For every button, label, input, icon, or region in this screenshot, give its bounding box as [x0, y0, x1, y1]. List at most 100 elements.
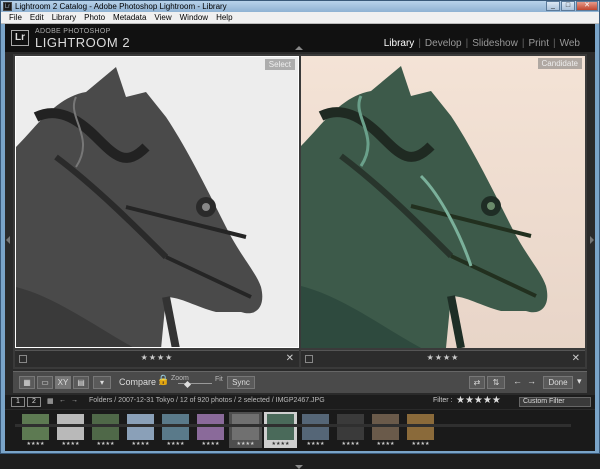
thumbnail-image	[337, 414, 364, 440]
toolbar-menu-icon[interactable]: ▾	[577, 376, 582, 387]
filmstrip-thumbnail[interactable]: ★★★★	[229, 412, 262, 448]
menu-photo[interactable]: Photo	[80, 12, 109, 23]
module-print[interactable]: Print	[527, 38, 550, 49]
filter-label: Filter :	[433, 397, 453, 404]
thumbnail-image	[22, 414, 49, 440]
right-panel-toggle-icon[interactable]	[590, 236, 594, 244]
menu-file[interactable]: File	[5, 12, 26, 23]
menu-bar: File Edit Library Photo Metadata View Wi…	[1, 12, 599, 24]
thumbnail-rating: ★★★★	[306, 441, 325, 447]
candidate-reject-icon[interactable]: ✕	[572, 353, 580, 364]
thumbnail-image	[407, 414, 434, 440]
fit-label: Fit	[215, 376, 223, 383]
sort-order-icon[interactable]: ▾	[93, 376, 111, 389]
candidate-rating[interactable]: ★★★★	[301, 353, 585, 362]
filmstrip: ★★★★ ★★★★ ★★★★ ★★★★ ★★★★ ★★★★ ★★★★ ★★★★ ★★★★ ★★★★…	[5, 410, 595, 451]
back-arrow-icon[interactable]: ←	[59, 397, 66, 404]
thumbnail-image	[267, 414, 294, 440]
thumbnail-image	[372, 414, 399, 440]
maximize-button[interactable]: □	[561, 1, 575, 11]
thumbnail-rating: ★★★★	[341, 441, 360, 447]
module-separator: |	[521, 38, 525, 49]
survey-view-icon[interactable]: ▤	[73, 376, 89, 389]
thumbnail-image	[162, 414, 189, 440]
filmstrip-thumbnail[interactable]: ★★★★	[404, 412, 437, 448]
source-path[interactable]: Folders / 2007-12-31 Tokyo / 12 of 920 p…	[89, 397, 325, 404]
lr-logo-icon: Lr	[11, 30, 29, 46]
thumbnail-image	[57, 414, 84, 440]
lightroom-workspace: Lr ADOBE PHOTOSHOP LIGHTROOM 2 Library |…	[5, 24, 595, 469]
grid-view-icon[interactable]: ▦	[19, 376, 35, 389]
candidate-pane[interactable]: Candidate ★★★★ ✕	[301, 56, 585, 367]
thumbnail-rating: ★★★★	[201, 441, 220, 447]
minimize-button[interactable]: _	[546, 1, 560, 11]
select-photo[interactable]: Select	[15, 56, 299, 348]
thumbnail-image	[302, 414, 329, 440]
thumbnail-rating: ★★★★	[61, 441, 80, 447]
filmstrip-thumbnail[interactable]: ★★★★	[159, 412, 192, 448]
thumbnail-rating: ★★★★	[166, 441, 185, 447]
next-photo-icon[interactable]: →	[527, 376, 536, 386]
bottom-panel-toggle-icon[interactable]	[295, 465, 303, 469]
previous-photo-icon[interactable]: ←	[513, 376, 522, 386]
close-button[interactable]: ✕	[576, 1, 598, 11]
filmstrip-thumbnail[interactable]: ★★★★	[54, 412, 87, 448]
swap-icon[interactable]: ⇄	[469, 376, 485, 389]
module-slideshow[interactable]: Slideshow	[471, 38, 519, 49]
filmstrip-thumbnail[interactable]: ★★★★	[334, 412, 367, 448]
select-rating[interactable]: ★★★★	[15, 353, 299, 362]
thumbnail-image	[92, 414, 119, 440]
module-separator: |	[418, 38, 421, 49]
candidate-photo[interactable]: Candidate	[301, 56, 585, 348]
horse-statue-bw-image	[16, 67, 263, 347]
lightroom-app-icon: Lr	[3, 2, 12, 11]
forward-arrow-icon[interactable]: →	[71, 397, 78, 404]
filmstrip-thumbnail[interactable]: ★★★★	[19, 412, 52, 448]
filmstrip-thumbnail[interactable]: ★★★★	[89, 412, 122, 448]
filmstrip-thumbnail[interactable]: ★★★★	[124, 412, 157, 448]
menu-window[interactable]: Window	[176, 12, 212, 23]
compare-toolbar: ▦ ▭ XY ▤ ▾ Compare : 🔒 Zoom Fit Sync ⇄ ⇅…	[13, 371, 587, 393]
secondary-monitor-button[interactable]: 2	[27, 397, 41, 407]
brand-subtitle: ADOBE PHOTOSHOP	[35, 28, 111, 35]
module-develop[interactable]: Develop	[424, 38, 463, 49]
menu-view[interactable]: View	[150, 12, 175, 23]
sync-button[interactable]: Sync	[227, 376, 255, 389]
thumbnail-rating: ★★★★	[131, 441, 150, 447]
select-pane[interactable]: Select ★★★★ ✕	[15, 56, 299, 367]
primary-monitor-button[interactable]: 1	[11, 397, 25, 407]
compare-label: Compare :	[119, 377, 162, 387]
module-library[interactable]: Library	[383, 38, 416, 49]
filmstrip-thumbnail[interactable]: ★★★★	[264, 412, 297, 448]
loupe-view-icon[interactable]: ▭	[37, 376, 53, 389]
module-web[interactable]: Web	[559, 38, 581, 49]
thumbnail-rating: ★★★★	[271, 441, 290, 447]
menu-library[interactable]: Library	[48, 12, 80, 23]
menu-edit[interactable]: Edit	[26, 12, 48, 23]
module-picker: Library | Develop | Slideshow | Print | …	[383, 38, 581, 49]
select-label: Select	[264, 59, 295, 70]
compare-view-icon[interactable]: XY	[55, 376, 71, 389]
filmstrip-header: 1 2 ▦ ← → Folders / 2007-12-31 Tokyo / 1…	[5, 395, 595, 409]
lock-icon[interactable]: 🔒	[157, 375, 169, 386]
thumbnail-image	[197, 414, 224, 440]
left-panel-toggle-icon[interactable]	[6, 236, 10, 244]
thumbnail-rating: ★★★★	[236, 441, 255, 447]
thumbnail-rating: ★★★★	[26, 441, 45, 447]
filter-rating[interactable]: ★★★★★	[456, 395, 501, 406]
filmstrip-thumbnail[interactable]: ★★★★	[194, 412, 227, 448]
top-panel-toggle-icon[interactable]	[295, 46, 303, 50]
filmstrip-thumbnail[interactable]: ★★★★	[369, 412, 402, 448]
custom-filter-select[interactable]: Custom Filter	[519, 397, 591, 407]
make-select-icon[interactable]: ⇅	[487, 376, 505, 389]
done-button[interactable]: Done	[543, 376, 573, 389]
menu-metadata[interactable]: Metadata	[109, 12, 150, 23]
select-reject-icon[interactable]: ✕	[286, 353, 294, 364]
candidate-label: Candidate	[537, 58, 582, 69]
menu-help[interactable]: Help	[212, 12, 236, 23]
compare-view: Select ★★★★ ✕ Candidate ★★★★ ✕	[13, 54, 587, 369]
module-separator: |	[465, 38, 469, 49]
grid-icon[interactable]: ▦	[47, 397, 54, 405]
filmstrip-thumbnail[interactable]: ★★★★	[299, 412, 332, 448]
filmstrip-scrollbar[interactable]	[15, 424, 571, 427]
